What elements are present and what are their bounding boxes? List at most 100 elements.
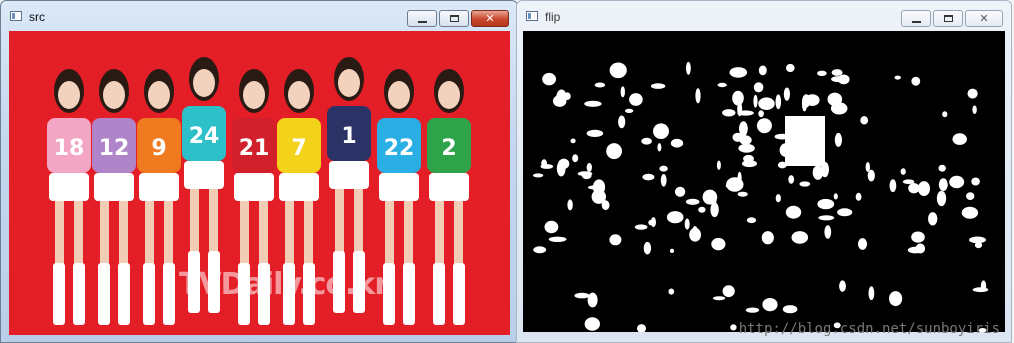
flip-titlebar[interactable]: flip ✕ bbox=[517, 1, 1011, 31]
face bbox=[103, 81, 125, 109]
mask-blob bbox=[541, 159, 547, 168]
mask-blob bbox=[837, 208, 853, 217]
shorts bbox=[379, 173, 419, 201]
jersey-number: 2 bbox=[441, 136, 456, 161]
mask-blob bbox=[737, 171, 742, 186]
mask-blob bbox=[900, 168, 906, 175]
face bbox=[438, 81, 460, 109]
flip-window[interactable]: flip ✕ bbox=[516, 0, 1012, 343]
mask-blob bbox=[532, 173, 544, 178]
mask-blob bbox=[805, 94, 820, 106]
jersey-number: 22 bbox=[384, 136, 415, 161]
mask-blob bbox=[942, 111, 948, 118]
mask-blob bbox=[689, 227, 701, 242]
mask-blob bbox=[669, 248, 675, 253]
mask-blob bbox=[908, 183, 920, 194]
mask-blob bbox=[609, 62, 627, 79]
mask-blob bbox=[936, 190, 947, 207]
boot bbox=[433, 263, 445, 325]
mask-blob bbox=[818, 215, 835, 221]
mask-blob bbox=[758, 97, 775, 110]
mask-blob bbox=[817, 198, 835, 210]
mask-blob bbox=[722, 285, 735, 298]
mask-blob bbox=[556, 89, 567, 106]
mask-blob bbox=[742, 160, 757, 168]
mask-blob bbox=[894, 75, 901, 80]
mask-blob bbox=[620, 86, 625, 98]
maximize-icon bbox=[449, 15, 459, 22]
mask-blob bbox=[695, 88, 701, 104]
mask-blob bbox=[972, 287, 989, 293]
mask-blob bbox=[889, 179, 897, 193]
face bbox=[288, 81, 310, 109]
mask-blob bbox=[783, 87, 790, 101]
mask-blob bbox=[824, 225, 832, 239]
face bbox=[338, 69, 360, 97]
mask-blob bbox=[637, 324, 646, 332]
mask-blob bbox=[586, 162, 592, 172]
close-button[interactable]: ✕ bbox=[965, 10, 1003, 27]
mask-blob bbox=[746, 217, 757, 224]
mask-blob bbox=[634, 224, 648, 230]
mask-blob bbox=[542, 72, 556, 86]
minimize-icon bbox=[911, 20, 921, 23]
mask-blob bbox=[966, 192, 975, 201]
mask-blob bbox=[788, 175, 795, 184]
mask-blob bbox=[577, 171, 593, 177]
mask-blob bbox=[574, 292, 590, 299]
maximize-button[interactable] bbox=[933, 10, 963, 27]
mask-blob bbox=[711, 237, 726, 251]
mask-blob bbox=[831, 69, 843, 76]
mask-blob bbox=[544, 220, 559, 234]
src-titlebar[interactable]: src ✕ bbox=[1, 1, 517, 31]
face bbox=[148, 81, 170, 109]
mask-blob bbox=[865, 162, 870, 172]
boot bbox=[118, 263, 130, 325]
mask-blob bbox=[601, 200, 610, 211]
mask-blob bbox=[833, 193, 838, 200]
boot bbox=[98, 263, 110, 325]
mask-blob bbox=[570, 138, 576, 144]
mask-blob bbox=[739, 121, 748, 137]
mask-blob bbox=[685, 198, 700, 205]
mask-blob bbox=[737, 110, 754, 116]
maximize-button[interactable] bbox=[439, 10, 469, 27]
mask-blob bbox=[572, 154, 579, 163]
minimize-icon bbox=[417, 20, 427, 23]
mask-blob bbox=[782, 305, 798, 314]
close-icon: ✕ bbox=[485, 12, 495, 25]
mask-blob bbox=[972, 105, 977, 114]
boot bbox=[143, 263, 155, 325]
close-icon: ✕ bbox=[979, 12, 989, 25]
mask-blob bbox=[643, 241, 652, 255]
mask-blob bbox=[753, 82, 764, 93]
mask-blob bbox=[834, 132, 842, 147]
mask-blob bbox=[918, 181, 930, 197]
shorts bbox=[279, 173, 319, 201]
flip-image bbox=[523, 31, 1005, 332]
jersey-number: 18 bbox=[54, 136, 85, 161]
mask-blob bbox=[624, 108, 634, 113]
mask-blob bbox=[756, 118, 772, 134]
mask-blob bbox=[629, 93, 643, 106]
window-title: src bbox=[29, 10, 45, 24]
mask-blob bbox=[684, 218, 690, 230]
mask-blob bbox=[938, 164, 946, 172]
mask-blob bbox=[730, 324, 737, 331]
mask-blob bbox=[586, 129, 604, 137]
mask-blob bbox=[533, 246, 547, 254]
minimize-button[interactable] bbox=[901, 10, 931, 27]
shorts bbox=[429, 173, 469, 201]
boot bbox=[403, 263, 415, 325]
mask-blob bbox=[938, 178, 948, 192]
src-window[interactable]: src ✕ 18 12 9 24 21 7 1 22 2 TVDaily.co.kr bbox=[0, 0, 518, 343]
shorts bbox=[184, 161, 224, 189]
shorts bbox=[94, 173, 134, 201]
jersey-number: 21 bbox=[239, 136, 270, 161]
mask-blob bbox=[668, 288, 675, 295]
window-controls: ✕ bbox=[901, 10, 1003, 28]
mask-blob bbox=[584, 317, 600, 331]
mask-blob bbox=[642, 173, 655, 181]
close-button[interactable]: ✕ bbox=[471, 10, 509, 27]
minimize-button[interactable] bbox=[407, 10, 437, 27]
